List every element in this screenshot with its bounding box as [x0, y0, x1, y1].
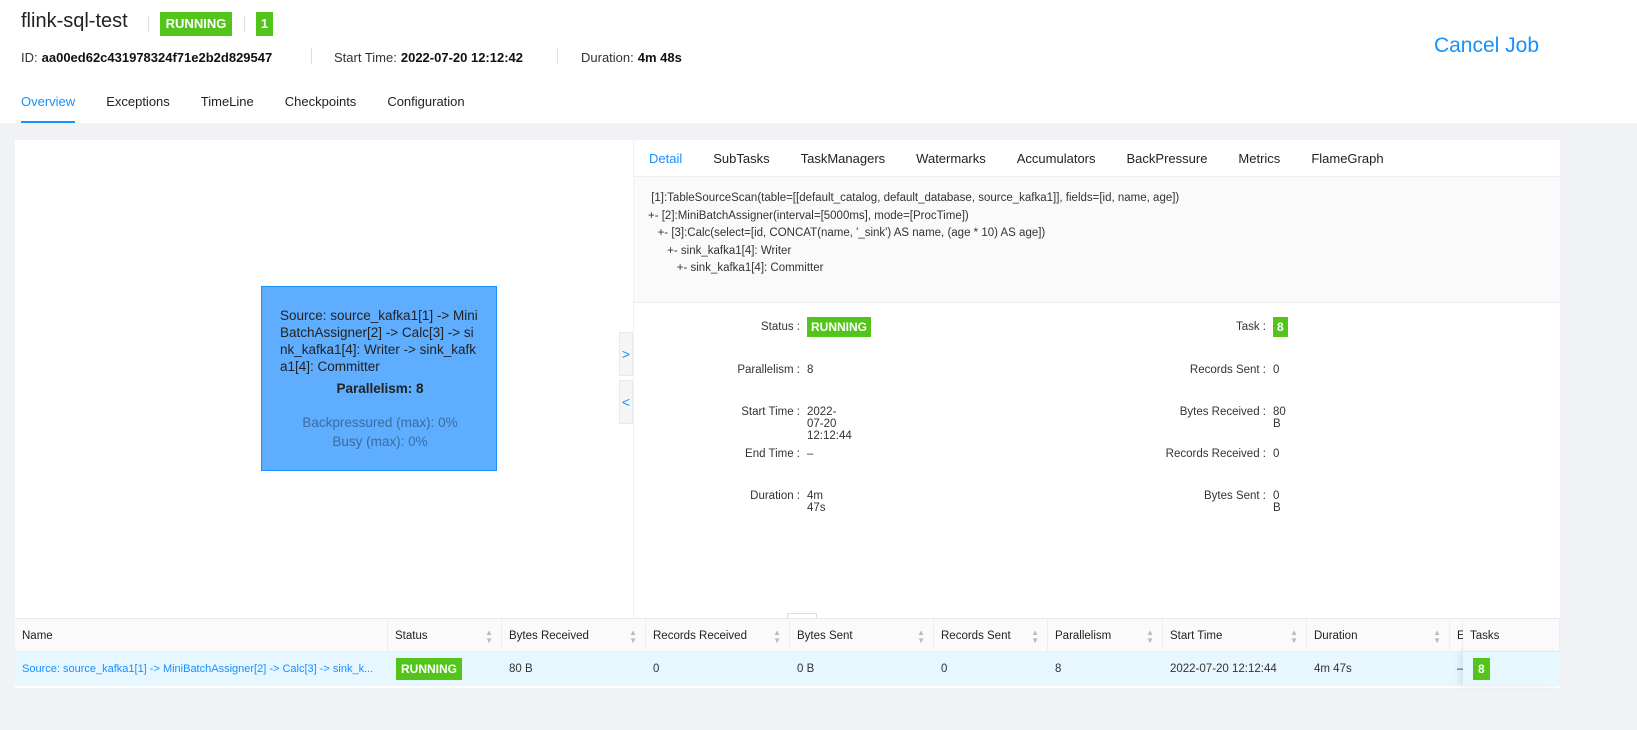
column-header-duration[interactable]: Duration ▲ ▼: [1307, 618, 1450, 652]
node-backpressured: Backpressured (max): 0%: [302, 415, 458, 430]
table-cell: 8: [1048, 652, 1163, 686]
detail-label: Parallelism :: [737, 364, 800, 376]
tab-taskmanagers[interactable]: TaskManagers: [801, 151, 886, 178]
node-parallelism: Parallelism: 8: [336, 381, 424, 396]
detail-value: –: [807, 448, 814, 460]
job-tabs: Overview Exceptions TimeLine Checkpoints…: [21, 94, 465, 123]
column-header-bytes-received[interactable]: Bytes Received ▲ ▼: [502, 618, 646, 652]
detail-value: 8: [1273, 317, 1288, 337]
cancel-job-button[interactable]: Cancel Job: [1434, 34, 1539, 58]
execution-plan: [1]:TableSourceScan(table=[[default_cata…: [634, 176, 1560, 303]
table-cell: 80 B: [502, 652, 646, 686]
column-header-start-time[interactable]: Start Time ▲ ▼: [1163, 618, 1307, 652]
column-header-records-received[interactable]: Records Received ▲ ▼: [646, 618, 790, 652]
table-cell: 0 B: [790, 652, 934, 686]
tab-flamegraph[interactable]: FlameGraph: [1311, 151, 1383, 178]
detail-value: 0 B: [1273, 490, 1281, 514]
table-cell: 4m 47s: [1307, 652, 1450, 686]
detail-label: Bytes Sent :: [1203, 490, 1266, 502]
column-header-records-sent[interactable]: Records Sent ▲ ▼: [934, 618, 1048, 652]
detail-label: End Time :: [745, 448, 800, 460]
detail-value: 0: [1273, 448, 1280, 460]
detail-value: 8: [807, 364, 814, 376]
column-header-status[interactable]: Status ▲ ▼: [388, 618, 502, 652]
sort-icon[interactable]: ▲ ▼: [1146, 619, 1154, 645]
node-title: Source: source_kafka1[1] -> MiniBatchAss…: [280, 308, 478, 374]
column-header-e[interactable]: E: [1450, 618, 1465, 652]
graph-node[interactable]: Source: source_kafka1[1] -> MiniBatchAss…: [261, 286, 497, 471]
column-header-name[interactable]: Name: [15, 618, 388, 652]
table-cell: RUNNING: [388, 652, 502, 686]
detail-label: Duration :: [750, 490, 800, 502]
detail-value: 0: [1273, 364, 1280, 376]
sort-icon[interactable]: ▲ ▼: [629, 619, 637, 645]
tab-configuration[interactable]: Configuration: [387, 94, 464, 123]
status-badge: 8: [1473, 658, 1490, 680]
vertex-table: Name Source: source_kafka1[1] -> MiniBatc…: [15, 618, 1560, 688]
detail-value: 80 B: [1273, 406, 1286, 430]
table-cell: 8: [1463, 652, 1560, 686]
detail-value: 2022-07-20 12:12:44: [807, 406, 852, 442]
job-graph[interactable]: Source: source_kafka1[1] -> MiniBatchAss…: [15, 140, 633, 618]
sort-icon[interactable]: ▲ ▼: [1031, 619, 1039, 645]
tab-detail[interactable]: Detail: [649, 151, 683, 178]
job-header: flink-sql-test RUNNING 1 ID: aa00ed62c431…: [0, 0, 1637, 123]
node-busy: Busy (max): 0%: [332, 434, 428, 449]
task-count-badge: 1: [256, 12, 273, 36]
tab-metrics[interactable]: Metrics: [1238, 151, 1280, 178]
job-name: flink-sql-test: [21, 10, 128, 32]
job-start-time: Start Time: 2022-07-20 12:12:42: [334, 50, 524, 65]
tab-watermarks[interactable]: Watermarks: [916, 151, 986, 178]
status-badge: RUNNING: [396, 658, 462, 680]
detail-label: Bytes Received :: [1179, 406, 1266, 418]
detail-label: Records Sent :: [1189, 364, 1266, 376]
detail-label: Records Received :: [1165, 448, 1266, 460]
sort-icon[interactable]: ▲ ▼: [1290, 619, 1298, 645]
detail-label: Task :: [1235, 321, 1266, 333]
table-cell[interactable]: Source: source_kafka1[1] -> MiniBatchAss…: [15, 652, 388, 686]
job-duration: Duration: 4m 48s: [581, 50, 682, 65]
tab-overview[interactable]: Overview: [21, 94, 76, 123]
column-header-tasks[interactable]: Tasks: [1463, 618, 1560, 652]
tab-checkpoints[interactable]: Checkpoints: [285, 94, 357, 123]
sort-icon[interactable]: ▲ ▼: [485, 619, 493, 645]
table-cell: –: [1450, 652, 1463, 686]
table-cell: 2022-07-20 12:12:44: [1163, 652, 1307, 686]
detail-value: 4m 47s: [807, 490, 826, 514]
column-header-bytes-sent[interactable]: Bytes Sent ▲ ▼: [790, 618, 934, 652]
expand-right-icon[interactable]: >: [619, 332, 633, 376]
table-cell: 0: [646, 652, 790, 686]
collapse-left-icon[interactable]: <: [619, 380, 633, 424]
tab-backpressure[interactable]: BackPressure: [1127, 151, 1208, 178]
column-header-parallelism[interactable]: Parallelism ▲ ▼: [1048, 618, 1163, 652]
job-id: ID: aa00ed62c431978324f71e2b2d829547: [21, 50, 273, 65]
detail-label: Start Time :: [741, 406, 800, 418]
sort-icon[interactable]: ▲ ▼: [773, 619, 781, 645]
job-status-badge: RUNNING: [160, 12, 232, 36]
tab-subtasks[interactable]: SubTasks: [713, 151, 769, 178]
detail-panel: Detail SubTasks TaskManagers Watermarks …: [634, 140, 1560, 618]
table-cell: 0: [934, 652, 1048, 686]
detail-label: Status :: [761, 321, 800, 333]
tab-timeline[interactable]: TimeLine: [201, 94, 254, 123]
sort-icon[interactable]: ▲ ▼: [917, 619, 925, 645]
tab-exceptions[interactable]: Exceptions: [106, 94, 170, 123]
detail-value: RUNNING: [807, 317, 871, 337]
sort-icon[interactable]: ▲ ▼: [1433, 619, 1441, 645]
tab-accumulators[interactable]: Accumulators: [1017, 151, 1096, 178]
